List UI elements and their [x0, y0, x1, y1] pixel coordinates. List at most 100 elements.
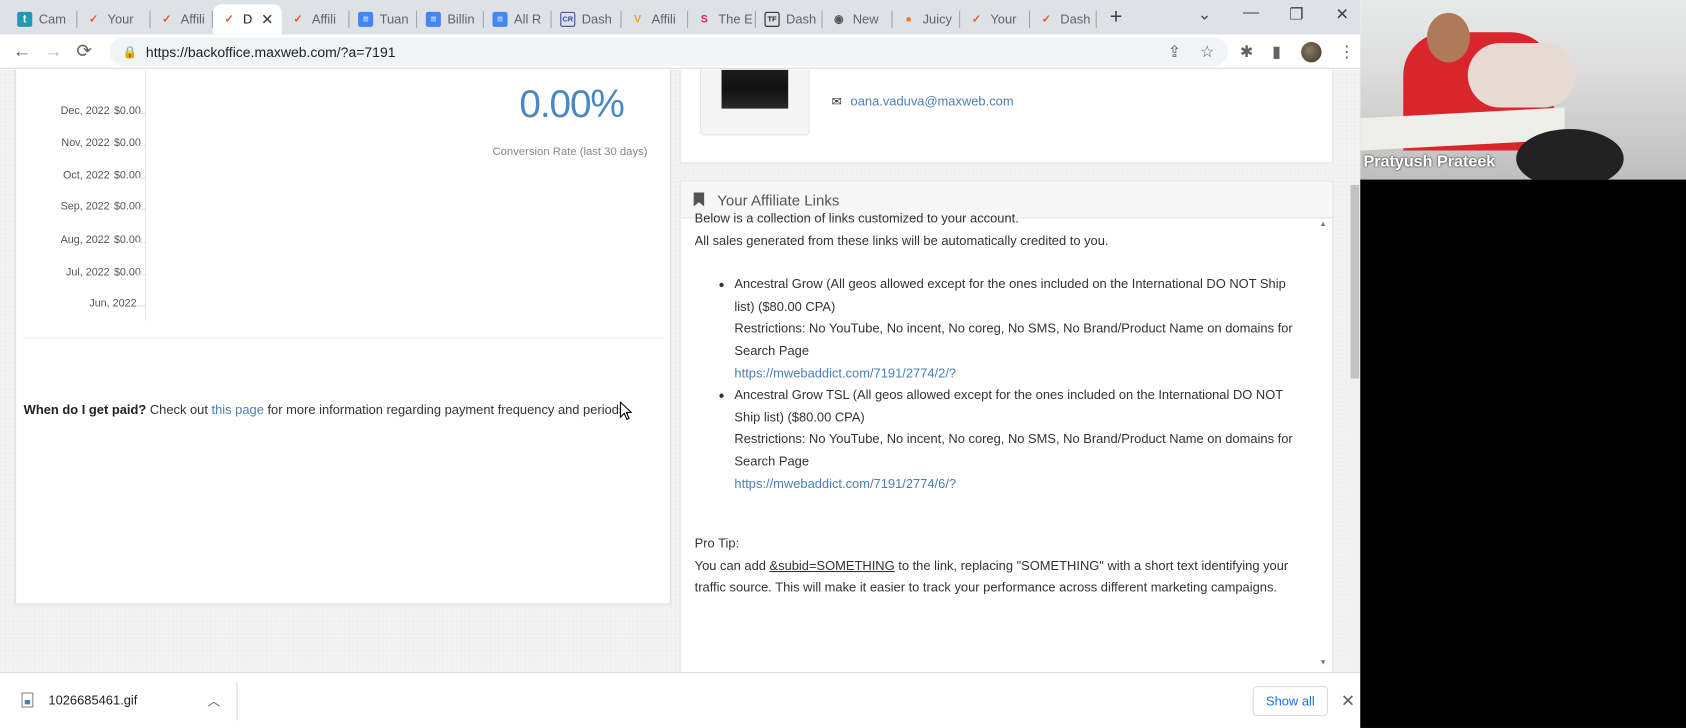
tab-separator: [1029, 10, 1031, 28]
earnings-axis-label: Sep, 2022 $0.00: [61, 201, 141, 213]
tab-label: Dash: [786, 11, 817, 27]
s-icon: S: [700, 13, 708, 26]
lock-icon: 🔒: [122, 45, 138, 59]
browser-tab[interactable]: CR Dash: [552, 4, 622, 34]
scroll-up-arrow[interactable]: ▲: [1319, 220, 1326, 228]
close-tab-icon[interactable]: ✕: [261, 10, 274, 28]
browser-tab[interactable]: V Affili: [622, 4, 689, 34]
maxweb-icon: ✓: [162, 13, 172, 26]
browser-tab[interactable]: ≡ All R: [484, 4, 552, 34]
browser-tab[interactable]: ✓ Your: [77, 4, 151, 34]
maxweb-icon: ✓: [971, 13, 981, 26]
browser-tab[interactable]: ≡ Tuan: [349, 4, 418, 34]
offer-name: Ancestral Grow (All geos allowed except …: [734, 276, 1286, 314]
headphones: [1516, 129, 1624, 180]
cr-icon: CR: [560, 11, 576, 27]
offer-link[interactable]: https://mwebaddict.com/7191/2774/2/?: [734, 365, 956, 380]
restore-button[interactable]: ❐: [1289, 4, 1303, 23]
browser-tab[interactable]: ✓ Affili: [282, 4, 350, 34]
close-download-bar-icon[interactable]: ✕: [1341, 690, 1355, 712]
pro-tip-title: Pro Tip:: [694, 535, 740, 551]
minimize-button[interactable]: —: [1243, 3, 1259, 21]
browser-tab[interactable]: ✓ Your: [960, 4, 1031, 34]
browser-tab[interactable]: ◉ New: [823, 4, 893, 34]
download-filename[interactable]: 1026685461.gif: [48, 692, 137, 707]
earnings-axis-label: Dec, 2022 $0.00: [61, 105, 141, 117]
browser-tab[interactable]: ✓ Dash: [1030, 4, 1097, 34]
month-label: Sep, 2022: [60, 201, 110, 213]
pro-tip-prefix: You can add: [694, 557, 770, 573]
docs-icon: ≡: [492, 11, 508, 27]
email-contact[interactable]: ✉ oana.vaduva@maxweb.com: [831, 94, 1014, 109]
subid-code: &subid=SOMETHING: [769, 557, 895, 573]
month-label: Aug, 2022: [60, 234, 110, 247]
bookmark-star-icon[interactable]: ☆: [1200, 42, 1214, 61]
browser-tab[interactable]: TF Dash: [756, 4, 823, 34]
download-bar: 1026685461.gif ︿ Show all ✕: [0, 672, 1361, 728]
chevron-up-icon[interactable]: ︿: [208, 691, 221, 709]
browser-toolbar: ← → ⟳ 🔒 https://backoffice.maxweb.com/?a…: [0, 34, 1361, 69]
payment-page-link[interactable]: this page: [212, 402, 264, 417]
email-link[interactable]: oana.vaduva@maxweb.com: [851, 94, 1014, 109]
offer-item: Ancestral Grow (All geos allowed except …: [734, 273, 1307, 384]
maxweb-icon: ✓: [1041, 13, 1051, 26]
address-bar[interactable]: 🔒 https://backoffice.maxweb.com/?a=7191: [109, 37, 1228, 66]
juicy-icon: ●: [905, 13, 912, 26]
tab-label: Dash: [581, 11, 612, 27]
video-call-tile: Pratyush Prateek: [1360, 0, 1686, 180]
earnings-axis-label: Aug, 2022 $0.00: [61, 234, 141, 246]
scroll-down-arrow[interactable]: ▼: [1319, 659, 1326, 667]
reload-button[interactable]: ⟳: [76, 41, 91, 63]
tab-separator: [76, 10, 78, 28]
tab-label: Your: [990, 11, 1017, 27]
month-label: Oct, 2022: [63, 169, 110, 182]
inner-scrollbar[interactable]: ▲ ▼: [1317, 220, 1330, 672]
maxweb-icon: ✓: [89, 13, 99, 26]
axis-tick: [136, 305, 146, 307]
back-button[interactable]: ←: [13, 41, 31, 63]
earnings-axis-label: Jul, 2022 $0.00: [66, 267, 141, 279]
maxweb-icon: ✓: [293, 13, 303, 26]
close-window-button[interactable]: ✕: [1336, 4, 1350, 23]
browser-tab[interactable]: ✓ Affili: [151, 4, 213, 34]
url-text: https://backoffice.maxweb.com/?a=7191: [145, 43, 396, 60]
tg-icon: t: [17, 11, 33, 27]
tab-label: All R: [513, 11, 542, 27]
axis-tick: [136, 177, 146, 179]
page-scrollbar[interactable]: [1349, 184, 1361, 673]
tab-label: Affili: [311, 11, 336, 27]
offer-restrictions: Restrictions: No YouTube, No incent, No …: [734, 320, 1293, 359]
earnings-axis-label: Oct, 2022 $0.00: [63, 170, 141, 182]
tab-label: Affili: [651, 11, 676, 27]
side-panel-icon[interactable]: ▮: [1272, 42, 1281, 61]
download-item[interactable]: 1026685461.gif: [21, 692, 138, 708]
offer-link[interactable]: https://mwebaddict.com/7191/2774/6/?: [734, 476, 956, 491]
menu-icon[interactable]: ⋮: [1339, 42, 1355, 61]
manager-photo-frame: [700, 69, 810, 136]
show-all-button[interactable]: Show all: [1252, 686, 1328, 717]
scrollbar-thumb[interactable]: [1350, 184, 1360, 379]
new-tab-button[interactable]: +: [1110, 5, 1123, 30]
affiliate-links-body: Below is a collection of links customize…: [695, 208, 1308, 599]
browser-tab[interactable]: ● Juicy: [892, 4, 961, 34]
share-icon[interactable]: ⇪: [1168, 42, 1182, 61]
tab-separator: [620, 10, 622, 28]
payment-info: When do I get paid? Check out this page …: [24, 402, 629, 417]
browser-tab[interactable]: t Cam: [9, 4, 78, 34]
docs-icon: ≡: [358, 11, 374, 27]
forward-button[interactable]: →: [44, 41, 62, 63]
browser-tab[interactable]: ≡ Billin: [417, 4, 484, 34]
axis-tick: [136, 112, 146, 114]
tab-search-button[interactable]: ⌄: [1198, 4, 1212, 23]
browser-tab[interactable]: ✓ D ✕: [212, 4, 282, 35]
browser-tab[interactable]: S The E: [688, 4, 756, 34]
earnings-chart: Dec, 2022 $0.00 Nov, 2022 $0.00 Oct, 2022 $0.…: [16, 70, 156, 321]
tab-separator: [754, 10, 756, 28]
tab-separator: [348, 10, 350, 28]
profile-avatar[interactable]: [1301, 41, 1322, 63]
extensions-icon[interactable]: ✱: [1240, 42, 1254, 61]
conversion-rate-label: Conversion Rate (last 30 days): [492, 145, 648, 159]
download-divider: [236, 681, 238, 721]
tab-separator: [211, 10, 213, 28]
participant-baby: [1467, 43, 1576, 108]
